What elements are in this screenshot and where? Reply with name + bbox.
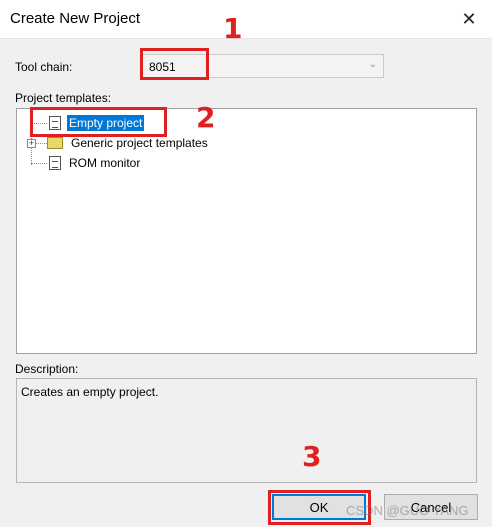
title-bar: Create New Project ✕ <box>0 0 492 39</box>
tree-item-label: ROM monitor <box>69 156 141 170</box>
templates-tree[interactable]: Empty project + Generic project template… <box>16 108 477 354</box>
tree-connector <box>31 163 47 164</box>
description-box: Creates an empty project. <box>16 378 477 483</box>
folder-icon <box>47 137 63 149</box>
description-text: Creates an empty project. <box>21 385 159 399</box>
annotation-box-2 <box>30 107 167 137</box>
annotation-box-1 <box>140 48 209 80</box>
watermark: CSDN @GUO YANG <box>346 503 469 518</box>
annotation-number-3: 3 <box>302 440 322 473</box>
document-icon <box>49 156 61 170</box>
close-icon[interactable]: ✕ <box>452 4 486 34</box>
annotation-number-2: 2 <box>196 101 216 134</box>
templates-label: Project templates: <box>15 91 112 105</box>
description-label: Description: <box>15 362 79 376</box>
tree-item-rom-monitor[interactable]: ROM monitor <box>49 154 142 172</box>
expand-icon[interactable]: + <box>27 139 36 148</box>
window-title: Create New Project <box>10 10 141 27</box>
annotation-number-1: 1 <box>223 12 243 45</box>
tree-item-label: Generic project templates <box>71 136 208 150</box>
chevron-down-icon: ⌄ <box>368 59 377 70</box>
toolchain-label: Tool chain: <box>15 60 73 74</box>
